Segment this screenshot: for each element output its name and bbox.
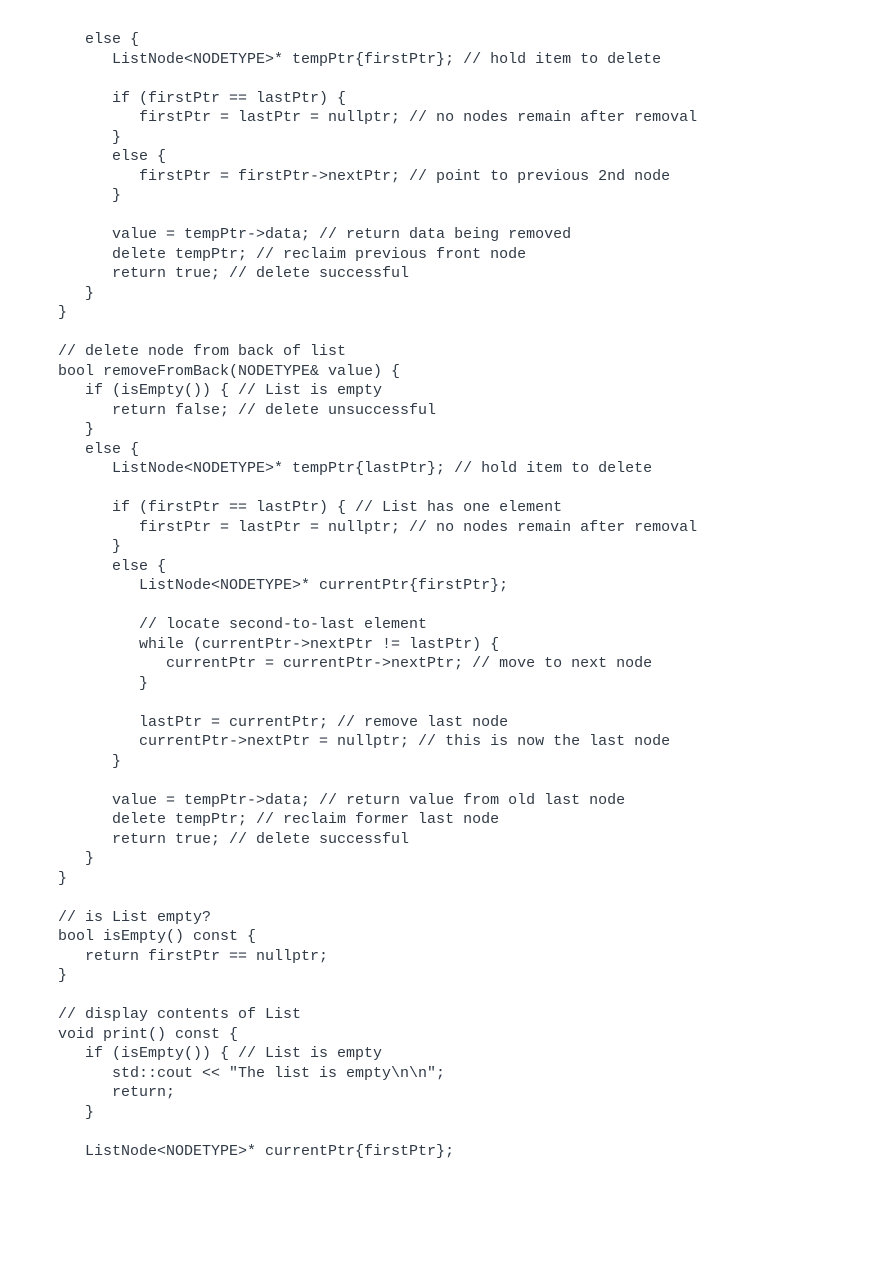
code-listing: else { ListNode<NODETYPE>* tempPtr{first…	[58, 30, 830, 1161]
